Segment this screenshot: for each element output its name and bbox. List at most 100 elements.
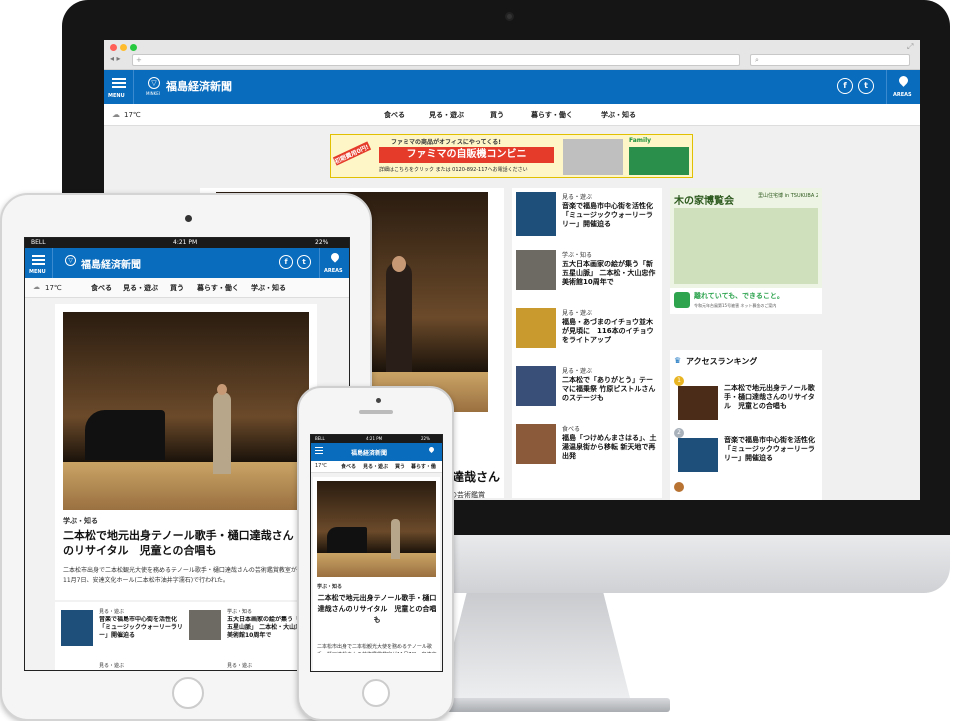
phone-site-logo[interactable]: 福島経済新聞 xyxy=(351,448,387,457)
article-title: 福島「つけめんまさはる」、土湯温泉街から移転 新天地で再出発 xyxy=(562,434,657,460)
article-thumbnail xyxy=(61,610,93,646)
tablet-home-button[interactable] xyxy=(172,677,204,709)
nav-item-buy[interactable]: 買う xyxy=(490,110,504,120)
feature-title: 二本松で地元出身テノール歌手・樋口達哉さんのリサイタル 児童との合唱も xyxy=(63,529,294,557)
nav-item-eat[interactable]: 食べる xyxy=(384,110,405,120)
list-item[interactable]: 食べる 福島「つけめんまさはる」、土湯温泉街から移転 新天地で再出発 xyxy=(512,424,662,478)
nav-item-buy[interactable]: 買う xyxy=(395,463,405,470)
menu-label: MENU xyxy=(29,269,46,275)
close-window-icon[interactable] xyxy=(110,44,117,51)
nav-item-buy[interactable]: 買う xyxy=(170,283,184,293)
facebook-icon[interactable]: f xyxy=(837,78,853,94)
article-category: 見る・遊ぶ xyxy=(562,194,593,201)
article-list: 見る・遊ぶ 音楽で福島市中心街を活性化 「ミュージックウォーリーラリー」開催迫る… xyxy=(512,188,662,498)
nav-item-learn[interactable]: 学ぶ・知る xyxy=(251,283,286,293)
weather-temp: 17℃ xyxy=(45,284,62,292)
house-illustration xyxy=(674,208,818,284)
article-category: 見る・遊ぶ xyxy=(99,609,125,615)
monitor-base xyxy=(420,698,670,712)
list-item[interactable]: 見る・遊ぶ 音楽で福島市中心街を活性化 「ミュージックウォーリーラリー」開催迫る xyxy=(61,608,185,652)
phone-feature-article[interactable]: 学ぶ・知る 二本松で地元出身テノール歌手・樋口達哉さんのリサイタル 児童との合唱… xyxy=(313,477,440,671)
location-pin-icon[interactable] xyxy=(427,445,436,454)
article-thumbnail xyxy=(516,424,556,464)
site-logo[interactable]: 福島経済新聞 xyxy=(166,78,232,94)
article-category: 見る・遊ぶ xyxy=(562,310,593,317)
singer-figure xyxy=(391,519,400,559)
device-mockup-stage: ◂ ▸ + ⌕ ⤢ MENU ▽ MINKEI 福島経済新聞 f t AREAS xyxy=(0,0,960,721)
side-ad-sub: 令和元年台風第15号被害 ネット募金のご案内 xyxy=(694,303,777,308)
article-title: 音楽で福島市中心街を活性化 「ミュージックウォーリーラリー」開催迫る xyxy=(99,616,183,639)
ranking-item[interactable]: 1 二本松で地元出身テノール歌手・樋口達哉さんのリサイタル 児童との合唱も xyxy=(674,376,820,424)
ranking-item[interactable]: 2 音楽で福島市中心街を活性化 「ミュージックウォーリーラリー」開催迫る xyxy=(674,428,820,476)
site-header: MENU ▽ MINKEI 福島経済新聞 f t AREAS xyxy=(104,70,920,104)
logo-mark-icon: ▽ xyxy=(148,77,160,89)
facebook-icon[interactable]: f xyxy=(279,255,293,269)
article-thumbnail xyxy=(516,366,556,406)
tablet-article-list: 見る・遊ぶ 音楽で福島市中心街を活性化 「ミュージックウォーリーラリー」開催迫る… xyxy=(55,602,317,670)
nav-item-live-work[interactable]: 暮らす・働く xyxy=(197,283,239,293)
twitter-icon[interactable]: t xyxy=(858,78,874,94)
nav-item-live-work[interactable]: 暮らす・働く xyxy=(531,110,573,120)
ranking-heading: アクセスランキング xyxy=(686,357,758,366)
weather-icon: ☁ xyxy=(33,283,40,291)
piano-figure xyxy=(85,410,165,460)
tablet-areas-button[interactable]: AREAS xyxy=(319,248,349,278)
back-forward-icon[interactable]: ◂ ▸ xyxy=(110,54,121,63)
areas-label: AREAS xyxy=(324,268,343,274)
piano-figure xyxy=(327,527,367,553)
fullscreen-icon[interactable]: ⤢ xyxy=(907,42,913,52)
phone-screen: BELL 4:21 PM 22% 福島経済新聞 17℃ 食べる 見る・遊ぶ 買う… xyxy=(310,434,443,672)
address-bar[interactable]: + xyxy=(132,54,740,66)
tablet-site-logo[interactable]: 福島経済新聞 xyxy=(81,256,141,271)
tablet-battery: 22% xyxy=(315,239,329,246)
nav-item-see-play[interactable]: 見る・遊ぶ xyxy=(363,463,388,470)
hamburger-icon[interactable] xyxy=(315,447,323,448)
side-ad-brand: 里山住宅博 in TSUKUBA 2019 xyxy=(758,193,818,199)
nav-item-live-work[interactable]: 暮らす・働 xyxy=(411,463,441,470)
hamburger-icon xyxy=(112,78,126,80)
list-item[interactable]: 見る・遊ぶ 福島・あづまのイチョウ並木が見頃に 116本のイチョウをライトアップ xyxy=(512,308,662,362)
menu-button[interactable]: MENU xyxy=(104,70,134,104)
access-ranking: ♛ アクセスランキング 1 二本松で地元出身テノール歌手・樋口達哉さんのリサイタ… xyxy=(670,350,822,500)
browser-search-bar[interactable]: ⌕ xyxy=(750,54,910,66)
side-ad[interactable]: 木の家博覧会 里山住宅博 in TSUKUBA 2019 離れていても、できるこ… xyxy=(670,188,822,314)
phone-camera-icon xyxy=(376,398,381,403)
feature-body: 二本松市出身で二本松観光大使を務めるテノール歌手・樋口達哉さんの芸術鑑賞教室が1… xyxy=(63,567,297,584)
feature-category: 学ぶ・知る xyxy=(317,584,343,590)
ranking-thumbnail xyxy=(678,438,718,472)
article-thumbnail xyxy=(516,250,556,290)
article-thumbnail xyxy=(516,308,556,348)
minimize-window-icon[interactable] xyxy=(120,44,127,51)
feature-body: 二本松市出身で二本松観光大使を務めるテノール歌手・樋口達哉さんの芸術鑑賞教室が1… xyxy=(317,644,437,653)
nav-item-learn[interactable]: 学ぶ・知る xyxy=(601,110,636,120)
article-title: 五大日本画家の絵が集う「新 五星山脈」 二本松・大山忠作美術館10周年で xyxy=(562,260,656,286)
list-item[interactable]: 見る・遊ぶ 二本松で「ありがとう」テーマに福乗祭 竹原ピストルさんのステージも xyxy=(512,366,662,420)
tablet-menu-button[interactable]: MENU xyxy=(25,248,53,278)
nav-item-eat[interactable]: 食べる xyxy=(91,283,112,293)
ad-footer: 詳細はこちらをクリック または 0120-892-117へお電話ください xyxy=(379,167,528,173)
phone-device: BELL 4:21 PM 22% 福島経済新聞 17℃ 食べる 見る・遊ぶ 買う… xyxy=(297,386,454,721)
phone-home-button[interactable] xyxy=(362,679,390,707)
nav-item-see-play[interactable]: 見る・遊ぶ xyxy=(429,110,464,120)
vending-machine-image xyxy=(563,139,623,175)
banner-ad[interactable]: ファミマの商品がオフィスにやってくる! 初期費用0円! ファミマの自販機コンビニ… xyxy=(330,134,693,178)
article-category: 食べる xyxy=(562,426,581,433)
twitter-icon[interactable]: t xyxy=(297,255,311,269)
tablet-time: 4:21 PM xyxy=(173,239,198,246)
ranking-title: 音楽で福島市中心街を活性化 「ミュージックウォーリーラリー」開催迫る xyxy=(724,436,815,462)
vending-machine-image-2 xyxy=(629,147,689,175)
nav-item-see-play[interactable]: 見る・遊ぶ xyxy=(123,283,158,293)
article-category: 学ぶ・知る xyxy=(227,609,253,615)
side-ad-slogan: 離れていても、できること。 xyxy=(694,292,784,300)
crown-icon: ♛ xyxy=(674,356,682,365)
tablet-feature-article[interactable]: 学ぶ・知る 二本松で地元出身テノール歌手・樋口達哉さんのリサイタル 児童との合唱… xyxy=(55,304,317,600)
list-item[interactable]: 見る・遊ぶ 音楽で福島市中心街を活性化 「ミュージックウォーリーラリー」開催迫る xyxy=(512,192,662,246)
list-item[interactable]: 学ぶ・知る 五大日本画家の絵が集う「新 五星山脈」 二本松・大山忠作美術館10周… xyxy=(512,250,662,304)
nav-item-eat[interactable]: 食べる xyxy=(341,463,356,470)
tablet-status-bar: BELL 4:21 PM 22% xyxy=(25,238,349,248)
maximize-window-icon[interactable] xyxy=(130,44,137,51)
feature-body-partial: の芸術鑑賞 xyxy=(450,491,485,499)
article-category: 見る・遊ぶ xyxy=(99,663,125,669)
areas-button[interactable]: AREAS xyxy=(886,70,920,104)
weather-icon: ☁ xyxy=(112,110,120,119)
